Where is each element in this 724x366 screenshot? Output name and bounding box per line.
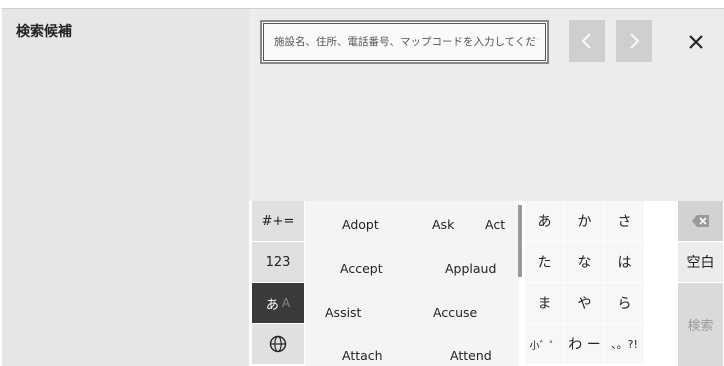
- search-candidates-pane: 検索候補: [2, 8, 249, 366]
- candidate-word[interactable]: Ask: [432, 217, 454, 232]
- candidate-word[interactable]: Accuse: [433, 305, 477, 320]
- search-input[interactable]: [268, 30, 538, 54]
- candidate-word[interactable]: Applaud: [445, 261, 496, 276]
- kana-key-ha[interactable]: は: [605, 242, 644, 282]
- kana-key-na[interactable]: な: [565, 242, 604, 282]
- kana-key-ka[interactable]: か: [565, 201, 604, 241]
- candidate-word[interactable]: Attend: [450, 348, 492, 363]
- backspace-icon: [691, 215, 709, 227]
- kana-mode-label: あ: [265, 297, 279, 313]
- candidate-word[interactable]: Assist: [325, 305, 361, 320]
- search-header-area: [249, 8, 724, 201]
- chevron-left-icon: [581, 33, 591, 49]
- search-screen: 検索候補 #+= 123 あA Adopt Ask Act Accept App…: [0, 0, 724, 366]
- space-key[interactable]: 空白: [678, 242, 723, 282]
- kana-key-small-dakuten[interactable]: 小゛゜: [525, 324, 564, 364]
- kana-key-ya[interactable]: や: [565, 283, 604, 323]
- kana-key-punctuation[interactable]: 、。?!: [605, 324, 644, 364]
- close-button[interactable]: [681, 27, 711, 57]
- numbers-mode-key[interactable]: 123: [252, 242, 304, 282]
- candidates-title: 検索候補: [16, 24, 72, 40]
- search-box[interactable]: [260, 20, 549, 64]
- prev-button[interactable]: [569, 20, 605, 62]
- candidate-word[interactable]: Act: [485, 217, 505, 232]
- kana-key-ra[interactable]: ら: [605, 283, 644, 323]
- alpha-mode-label: A: [281, 296, 291, 310]
- software-keyboard: #+= 123 あA Adopt Ask Act Accept Applaud …: [252, 201, 724, 366]
- next-button[interactable]: [616, 20, 652, 62]
- close-icon: [689, 35, 703, 49]
- kana-key-ta[interactable]: た: [525, 242, 564, 282]
- candidates-scrollbar[interactable]: [518, 205, 522, 277]
- candidate-word[interactable]: Attach: [342, 348, 383, 363]
- candidate-word[interactable]: Accept: [340, 261, 383, 276]
- word-candidates: Adopt Ask Act Accept Applaud Assist Accu…: [305, 201, 522, 366]
- globe-icon: [269, 335, 287, 353]
- language-key[interactable]: [252, 324, 304, 364]
- backspace-key[interactable]: [678, 201, 723, 241]
- kana-key-a[interactable]: あ: [525, 201, 564, 241]
- kana-key-sa[interactable]: さ: [605, 201, 644, 241]
- kana-key-wa[interactable]: わ ー: [565, 324, 604, 364]
- kana-mode-key[interactable]: あA: [252, 283, 304, 323]
- chevron-right-icon: [630, 33, 640, 49]
- symbols-mode-key[interactable]: #+=: [252, 201, 304, 241]
- candidate-word[interactable]: Adopt: [342, 217, 379, 232]
- kana-key-ma[interactable]: ま: [525, 283, 564, 323]
- search-key[interactable]: 検索: [678, 283, 723, 366]
